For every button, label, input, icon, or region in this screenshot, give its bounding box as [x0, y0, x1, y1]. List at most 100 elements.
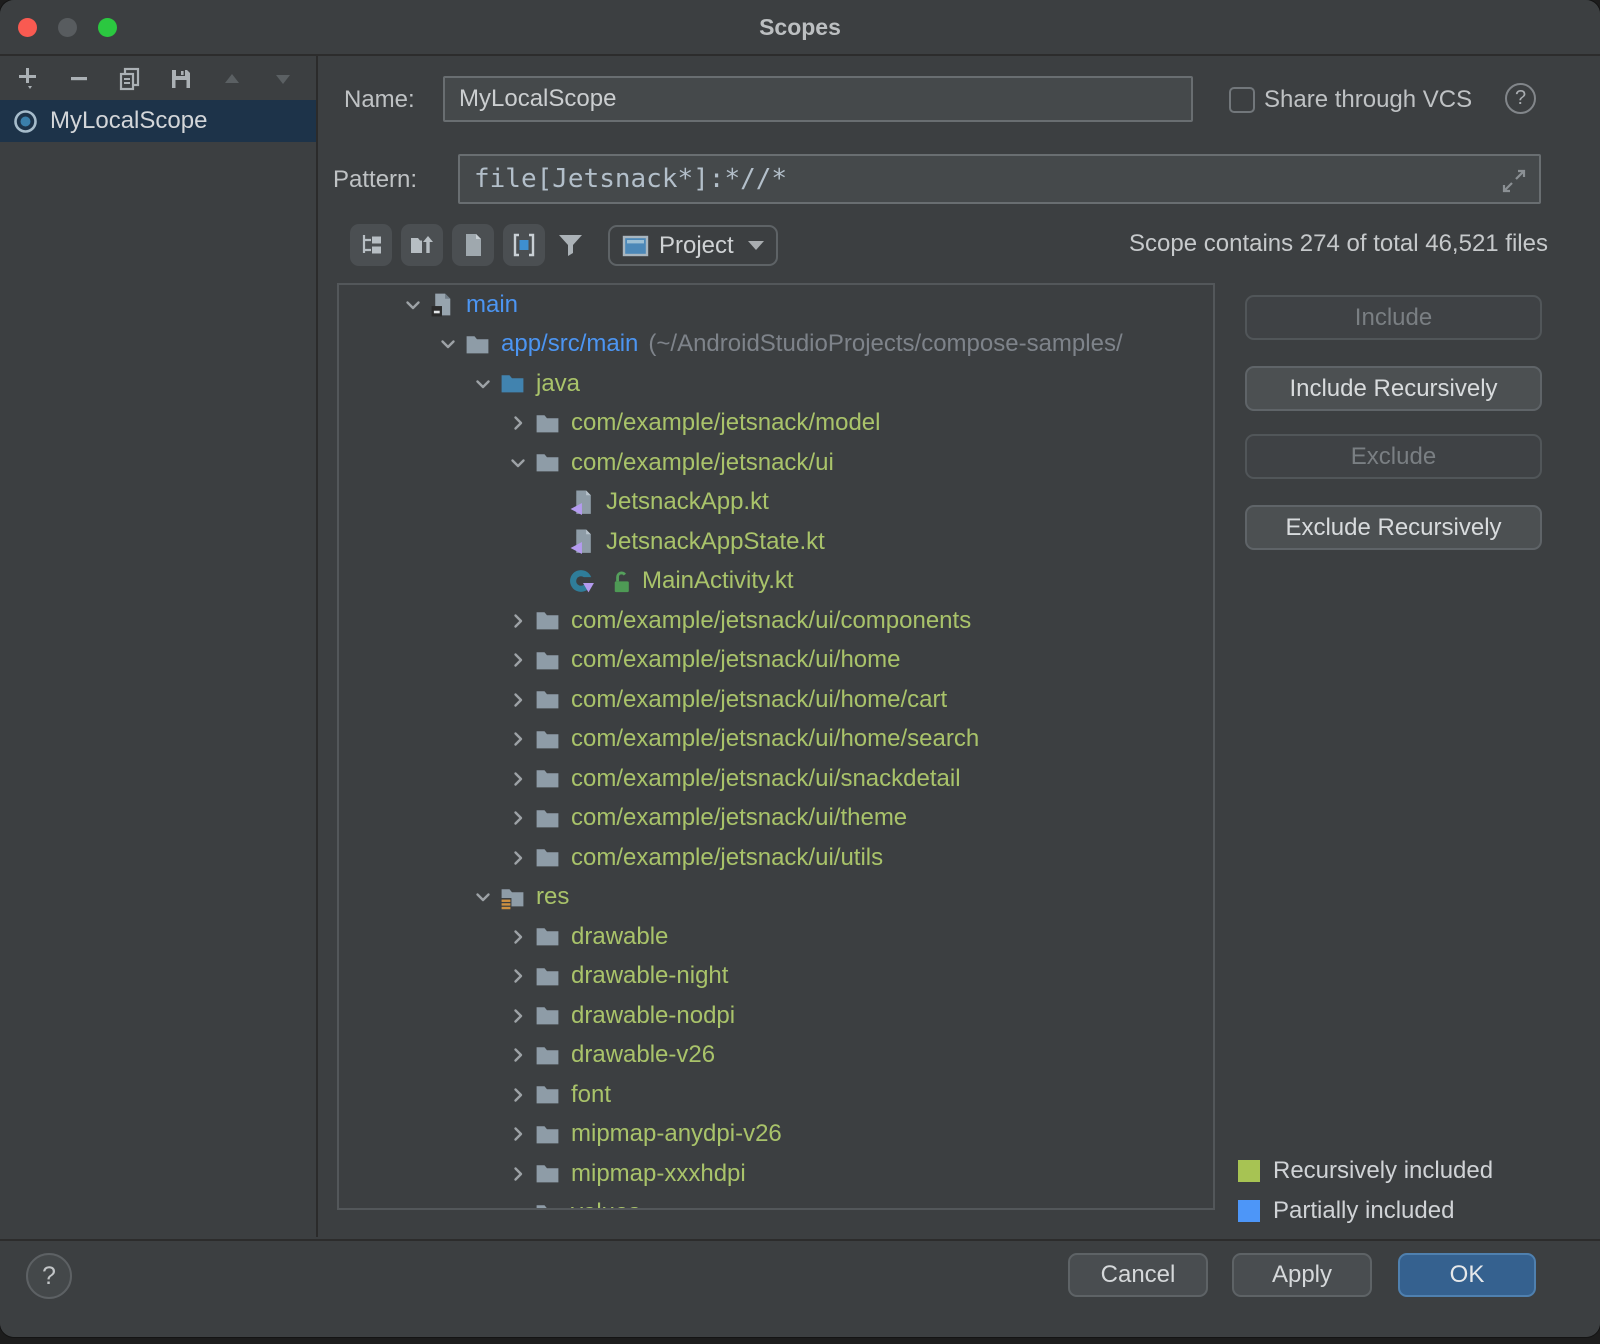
exclude-button[interactable]: Exclude: [1245, 434, 1542, 479]
chevron-collapsed-icon[interactable]: [502, 647, 534, 673]
name-label: Name:: [344, 86, 415, 114]
legend-swatch: [1238, 1160, 1260, 1182]
chevron-expanded-icon[interactable]: [432, 331, 464, 357]
include-button[interactable]: Include: [1245, 295, 1542, 340]
chevron-collapsed-icon[interactable]: [502, 766, 534, 792]
tree-row[interactable]: res: [339, 878, 1213, 918]
tree-row[interactable]: JetsnackAppState.kt: [339, 522, 1213, 562]
cancel-button[interactable]: Cancel: [1068, 1253, 1208, 1297]
folder-icon: [464, 331, 491, 358]
folder-icon: [534, 1002, 561, 1029]
chevron-spacer: [537, 489, 569, 515]
close-window-button[interactable]: [18, 18, 37, 37]
tree-item-label: drawable-night: [571, 962, 728, 990]
tree-item-label: drawable: [571, 923, 668, 951]
add-scope-icon[interactable]: [16, 67, 40, 91]
show-modules-toggle[interactable]: [401, 224, 443, 266]
title-bar: Scopes: [0, 0, 1600, 56]
chevron-collapsed-icon[interactable]: [502, 1082, 534, 1108]
filter-scopes-icon[interactable]: [556, 231, 585, 260]
legend-label: Recursively included: [1273, 1157, 1493, 1185]
expand-pattern-icon[interactable]: [1499, 166, 1529, 196]
tree-item-label: drawable-v26: [571, 1041, 715, 1069]
chevron-collapsed-icon[interactable]: [502, 845, 534, 871]
tree-row[interactable]: values: [339, 1194, 1213, 1211]
tree-row[interactable]: JetsnackApp.kt: [339, 483, 1213, 523]
tree-row[interactable]: font: [339, 1075, 1213, 1115]
tree-item-label: com/example/jetsnack/ui/home: [571, 646, 900, 674]
show-files-toggle[interactable]: [452, 224, 494, 266]
tree-row[interactable]: com/example/jetsnack/ui/utils: [339, 838, 1213, 878]
chevron-collapsed-icon[interactable]: [502, 687, 534, 713]
chevron-expanded-icon[interactable]: [467, 884, 499, 910]
tree-row[interactable]: MainActivity.kt: [339, 562, 1213, 602]
legend-item: Partially included: [1238, 1198, 1493, 1223]
tree-item-label: main: [466, 291, 518, 319]
share-through-vcs-checkbox[interactable]: [1229, 87, 1255, 113]
folder-icon: [534, 1121, 561, 1148]
chevron-expanded-icon[interactable]: [397, 292, 429, 318]
kotlin-file-icon: [569, 489, 596, 516]
chevron-expanded-icon[interactable]: [502, 1200, 534, 1210]
chevron-collapsed-icon[interactable]: [502, 924, 534, 950]
save-scope-icon[interactable]: [169, 67, 193, 91]
tree-row[interactable]: com/example/jetsnack/ui: [339, 443, 1213, 483]
chevron-collapsed-icon[interactable]: [502, 805, 534, 831]
scope-list-sidebar: MyLocalScope: [0, 56, 318, 1237]
chevron-collapsed-icon[interactable]: [502, 963, 534, 989]
tree-row[interactable]: com/example/jetsnack/ui/components: [339, 601, 1213, 641]
tree-row[interactable]: drawable-night: [339, 957, 1213, 997]
scope-name-label: MyLocalScope: [50, 107, 207, 135]
chevron-expanded-icon[interactable]: [502, 450, 534, 476]
tree-item-label: com/example/jetsnack/ui: [571, 449, 834, 477]
move-down-icon: [271, 67, 295, 91]
tree-row[interactable]: mipmap-xxxhdpi: [339, 1154, 1213, 1194]
chevron-collapsed-icon[interactable]: [502, 608, 534, 634]
chevron-collapsed-icon[interactable]: [502, 410, 534, 436]
vcs-help-icon[interactable]: ?: [1505, 83, 1536, 114]
apply-button[interactable]: Apply: [1232, 1253, 1372, 1297]
chevron-collapsed-icon[interactable]: [502, 1161, 534, 1187]
copy-scope-icon[interactable]: [118, 67, 142, 91]
include-recursively-button[interactable]: Include Recursively: [1245, 366, 1542, 411]
tree-row[interactable]: com/example/jetsnack/model: [339, 404, 1213, 444]
exclude-recursively-button[interactable]: Exclude Recursively: [1245, 505, 1542, 550]
tree-row[interactable]: drawable-v26: [339, 1036, 1213, 1076]
help-button[interactable]: ?: [26, 1253, 72, 1299]
scope-list-toolbar: [0, 56, 316, 100]
chevron-expanded-icon[interactable]: [467, 371, 499, 397]
tree-row[interactable]: com/example/jetsnack/ui/home: [339, 641, 1213, 681]
tree-row[interactable]: com/example/jetsnack/ui/home/cart: [339, 680, 1213, 720]
chevron-collapsed-icon[interactable]: [502, 1121, 534, 1147]
tree-row[interactable]: java: [339, 364, 1213, 404]
tree-item-label: JetsnackAppState.kt: [606, 528, 825, 556]
legend-item: Recursively included: [1238, 1158, 1493, 1183]
tree-row[interactable]: main: [339, 285, 1213, 325]
chevron-spacer: [537, 529, 569, 555]
project-view-icon: [622, 234, 649, 258]
chevron-collapsed-icon[interactable]: [502, 1042, 534, 1068]
pattern-input[interactable]: file[Jetsnack*]:*//*: [458, 154, 1541, 204]
remove-scope-icon[interactable]: [67, 67, 91, 91]
ok-button[interactable]: OK: [1398, 1253, 1536, 1297]
folder-icon: [534, 923, 561, 950]
tree-row[interactable]: com/example/jetsnack/ui/home/search: [339, 720, 1213, 760]
view-selector-dropdown[interactable]: Project: [608, 225, 778, 266]
legend-label: Partially included: [1273, 1197, 1454, 1225]
tree-row[interactable]: drawable: [339, 917, 1213, 957]
folder-icon: [534, 765, 561, 792]
sidebar-item-mylocalscope[interactable]: MyLocalScope: [0, 100, 316, 142]
chevron-collapsed-icon[interactable]: [502, 1003, 534, 1029]
tree-row[interactable]: mipmap-anydpi-v26: [339, 1115, 1213, 1155]
chevron-collapsed-icon[interactable]: [502, 726, 534, 752]
kotlin-class-icon: [569, 568, 596, 595]
tree-row[interactable]: com/example/jetsnack/ui/snackdetail: [339, 759, 1213, 799]
tree-row[interactable]: drawable-nodpi: [339, 996, 1213, 1036]
zoom-window-button[interactable]: [98, 18, 117, 37]
tree-row[interactable]: com/example/jetsnack/ui/theme: [339, 799, 1213, 839]
name-input[interactable]: MyLocalScope: [443, 76, 1193, 122]
tree-row[interactable]: app/src/main(~/AndroidStudioProjects/com…: [339, 325, 1213, 365]
kotlin-file-icon: [569, 528, 596, 555]
show-hierarchy-toggle[interactable]: [350, 224, 392, 266]
show-included-toggle[interactable]: [503, 224, 545, 266]
